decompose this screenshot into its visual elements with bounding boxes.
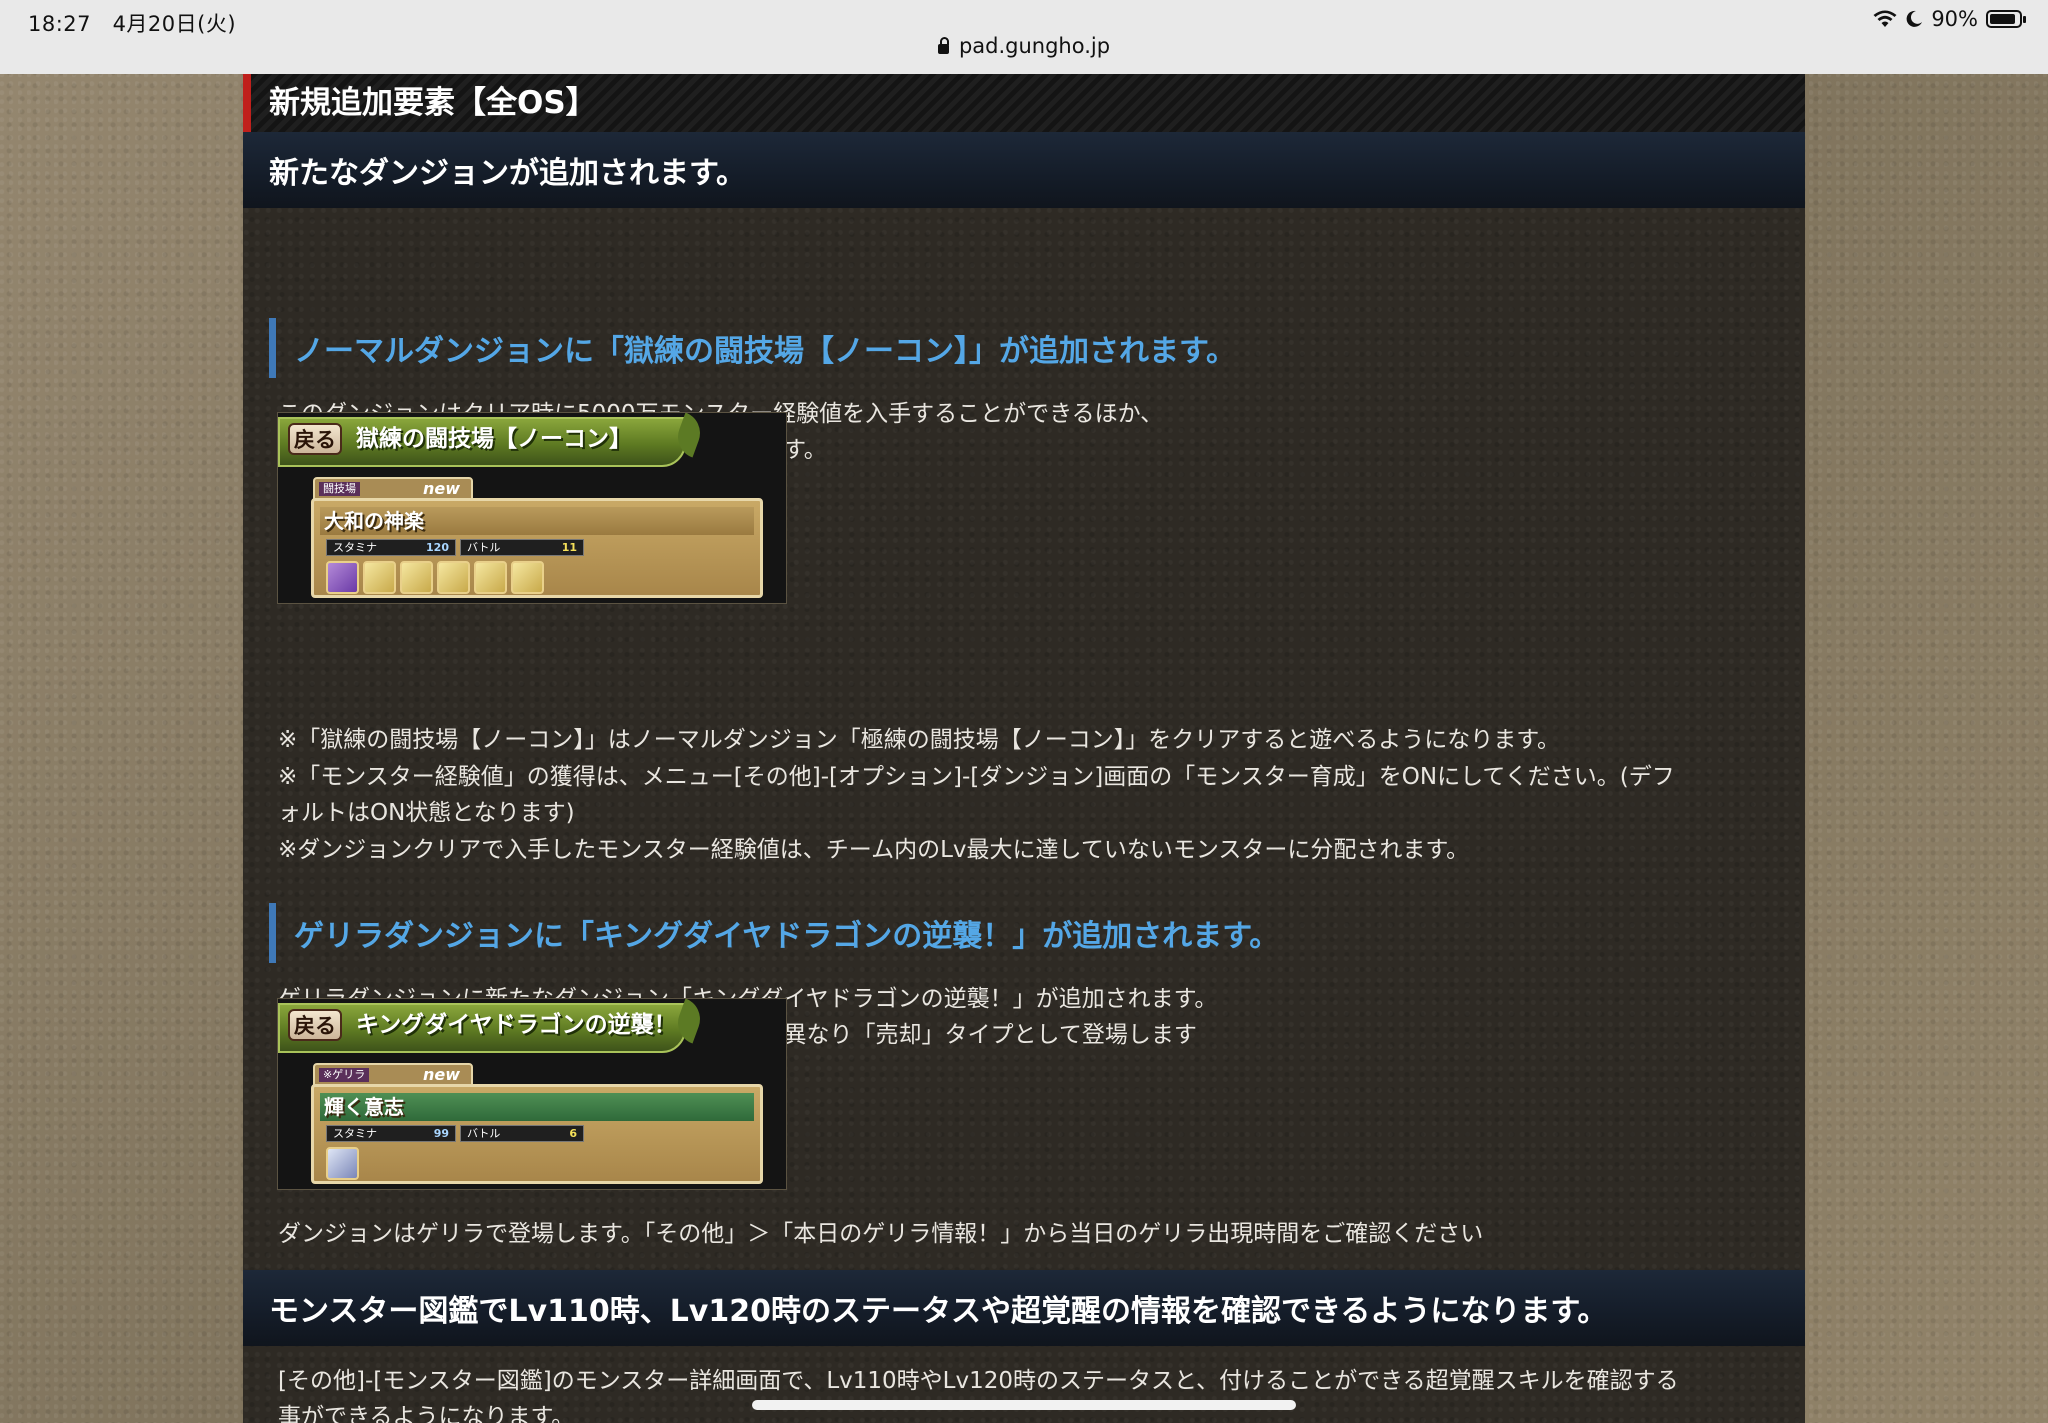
wifi-icon [1873,10,1897,27]
section-title: 新規追加要素【全OS】 [243,74,1805,132]
stamina-label: スタミナ [333,1127,377,1140]
category-tag: ※ゲリラ [319,1068,370,1082]
monster-icon [474,561,507,594]
note-line: ※ダンジョンクリアで入手したモンスター経験値は、チーム内のLv最大に達していない… [278,836,1470,863]
topic-title-normal-dungeon: ノーマルダンジョンに「獄練の闘技場【ノーコン】」が追加されます。 [269,318,1236,378]
stamina-value: 99 [433,1127,449,1140]
dungeon-banner-image: 戻る キングダイヤドラゴンの逆襲！ ※ゲリラ new 輝く意志 スタミナ 99 バ… [277,998,787,1190]
dungeon-banner-image: 戻る 獄練の闘技場【ノーコン】 闘技場 new 大和の神楽 スタミナ 120 バト… [277,412,787,604]
status-right: 90% [1873,7,2026,31]
category-tag: 闘技場 [319,482,360,496]
dungeon-card: 大和の神楽 スタミナ 120 バトル 11 [311,498,763,598]
dungeon-name: 輝く意志 [320,1093,754,1121]
address-bar[interactable]: pad.gungho.jp [0,34,2048,58]
topic2-note: ダンジョンはゲリラで登場します。「その他」＞「本日のゲリラ情報！」から当日のゲリ… [278,1216,1483,1252]
battle-label: バトル [467,1127,501,1140]
banner-title: 獄練の闘技場【ノーコン】 [356,426,632,452]
note-line: ォルトはON状態となります) [278,800,575,826]
note-line: ダンジョンはゲリラで登場します。「その他」＞「本日のゲリラ情報！」から当日のゲリ… [278,1221,1484,1247]
monster-icon [326,561,359,594]
article-content: 新規追加要素【全OS】 新たなダンジョンが追加されます。 ノーマルダンジョンに「… [243,74,1805,1423]
topic-title-guerrilla-dungeon: ゲリラダンジョンに「キングダイヤドラゴンの逆襲！」が追加されます。 [269,903,1279,963]
battle-value: 11 [561,541,577,554]
banner-title: キングダイヤドラゴンの逆襲！ [356,1012,677,1038]
monster-icons [326,561,544,594]
dungeon-card: 輝く意志 スタミナ 99 バトル 6 [311,1084,763,1184]
stamina-stat: スタミナ 99 [326,1125,456,1142]
new-badge: new [423,479,461,498]
home-indicator[interactable] [752,1400,1296,1410]
dungeon-name: 大和の神楽 [320,507,754,535]
battery-icon [1986,10,2026,28]
note-line: ※「獄練の闘技場【ノーコン】」はノーマルダンジョン「極練の闘技場【ノーコン】」を… [278,727,1560,753]
topic1-notes: ※「獄練の闘技場【ノーコン】」はノーマルダンジョン「極練の闘技場【ノーコン】」を… [278,722,1778,868]
note-line: ※「モンスター経験値」の獲得は、メニュー[その他]-[オプション]-[ダンジョン… [278,763,1675,790]
new-badge: new [423,1065,461,1084]
stamina-value: 120 [426,541,449,554]
section2-subheader: モンスター図鑑でLv110時、Lv120時のステータスや超覚醒の情報を確認できる… [243,1270,1805,1346]
status-bar: 18:27 4月20日(火) 90% pad.gungho.jp [0,0,2048,74]
lock-icon [937,37,949,54]
clock: 18:27 [28,12,92,36]
stamina-label: スタミナ [333,541,377,554]
paragraph-line: [その他]-[モンスター図鑑]のモンスター詳細画面で、Lv110時やLv120時… [278,1368,1679,1394]
back-button-image: 戻る [288,423,342,455]
date: 4月20日(火) [112,12,237,36]
stamina-stat: スタミナ 120 [326,539,456,556]
battery-percent: 90% [1931,7,1978,31]
battle-stat: バトル 11 [460,539,584,556]
monster-icons [326,1147,359,1180]
battle-value: 6 [569,1127,577,1140]
back-button-image: 戻る [288,1009,342,1041]
section-subheader: 新たなダンジョンが追加されます。 [243,132,1805,208]
battle-stat: バトル 6 [460,1125,584,1142]
battle-label: バトル [467,541,501,554]
monster-icon [363,561,396,594]
monster-icon [326,1147,359,1180]
battery-fill [1990,14,2015,24]
url-text: pad.gungho.jp [958,34,1111,58]
monster-icon [511,561,544,594]
section2-description: [その他]-[モンスター図鑑]のモンスター詳細画面で、Lv110時やLv120時… [278,1363,1778,1423]
monster-icon [437,561,470,594]
moon-icon [1906,10,1923,27]
monster-icon [400,561,433,594]
